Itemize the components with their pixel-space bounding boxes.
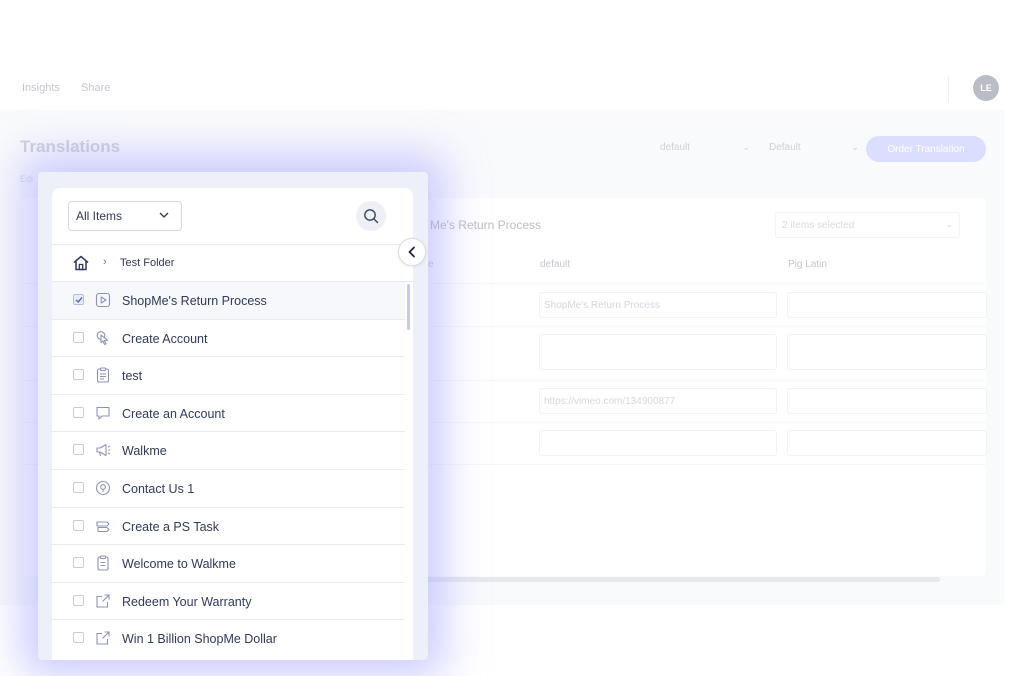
external-link-icon bbox=[94, 629, 112, 647]
home-icon[interactable] bbox=[72, 254, 90, 272]
item-checkbox[interactable] bbox=[73, 519, 84, 531]
pointer-hand-icon bbox=[94, 329, 112, 347]
language-select-value: default bbox=[660, 142, 691, 153]
pig-latin-field-4[interactable] bbox=[787, 430, 987, 456]
order-translation-button[interactable]: Order Translation bbox=[866, 136, 986, 162]
default-field-1[interactable]: ShopMe's Return Process bbox=[539, 292, 777, 318]
chevron-down-icon: ⌄ bbox=[945, 219, 953, 229]
item-label: Redeem Your Warranty bbox=[122, 594, 252, 609]
default-field-4[interactable] bbox=[539, 430, 777, 456]
nav-divider bbox=[948, 76, 949, 102]
default-field-3[interactable]: https://vimeo.com/134900877 bbox=[539, 388, 777, 414]
item-picker-panel: All Items › Test Folder ShopMe's Return … bbox=[52, 188, 413, 660]
chat-bubble-icon bbox=[94, 404, 112, 422]
item-checkbox[interactable] bbox=[73, 481, 84, 493]
pig-latin-field-1[interactable] bbox=[787, 292, 987, 318]
item-checkbox[interactable] bbox=[73, 406, 84, 418]
chevron-down-icon bbox=[159, 212, 169, 218]
filter-dropdown[interactable]: All Items bbox=[68, 201, 182, 231]
play-icon bbox=[94, 291, 112, 309]
list-item[interactable]: Contact Us 1 bbox=[52, 470, 405, 508]
collapse-panel-button[interactable] bbox=[398, 238, 426, 266]
user-avatar[interactable]: LE bbox=[973, 75, 999, 101]
item-checkbox[interactable] bbox=[73, 444, 84, 456]
search-button[interactable] bbox=[356, 201, 386, 231]
item-checkbox[interactable] bbox=[73, 557, 84, 569]
items-selected-dropdown[interactable]: 2 items selected ⌄ bbox=[775, 212, 960, 238]
column-header-pig-latin: Pig Latin bbox=[788, 259, 827, 270]
external-link-icon bbox=[94, 592, 112, 610]
item-checkbox[interactable] bbox=[73, 294, 84, 305]
chevron-down-icon: ⌄ bbox=[742, 142, 750, 152]
breadcrumb: › Test Folder bbox=[52, 244, 413, 282]
item-checkbox[interactable] bbox=[73, 331, 84, 343]
item-label: ShopMe's Return Process bbox=[122, 294, 267, 308]
list-item[interactable]: Create a PS Task bbox=[52, 508, 405, 546]
horizontal-scrollbar[interactable] bbox=[420, 577, 940, 582]
nav-link-share[interactable]: Share bbox=[81, 82, 110, 94]
language-select[interactable]: default ⌄ bbox=[660, 142, 750, 153]
item-label: Walkme bbox=[122, 444, 167, 459]
segment-select-value: Default bbox=[769, 142, 801, 153]
list-item[interactable]: ShopMe's Return Process bbox=[52, 282, 405, 320]
stack-task-icon bbox=[94, 517, 112, 535]
item-label: Welcome to Walkme bbox=[122, 557, 236, 572]
target-circle-icon bbox=[94, 479, 112, 497]
nav-link-insights[interactable]: Insights bbox=[22, 82, 60, 94]
pig-latin-field-2[interactable] bbox=[787, 334, 987, 370]
top-navigation: Insights Share bbox=[0, 70, 1024, 108]
list-item[interactable]: Create Account bbox=[52, 320, 405, 358]
list-item[interactable]: Welcome to Walkme bbox=[52, 545, 405, 583]
item-list: ShopMe's Return Process Create Account t… bbox=[52, 282, 405, 647]
vertical-scrollbar[interactable] bbox=[407, 284, 410, 330]
clipboard-list-icon bbox=[94, 366, 112, 384]
search-icon bbox=[364, 209, 379, 224]
clipboard-icon bbox=[94, 554, 112, 572]
item-label: Win 1 Billion ShopMe Dollar bbox=[122, 632, 277, 647]
item-checkbox[interactable] bbox=[73, 632, 84, 644]
content-panel-title: Me's Return Process bbox=[430, 218, 541, 232]
item-label: Create Account bbox=[122, 331, 208, 346]
list-item[interactable]: Redeem Your Warranty bbox=[52, 583, 405, 621]
breadcrumb-folder[interactable]: Test Folder bbox=[120, 257, 174, 269]
list-item[interactable]: Create an Account bbox=[52, 395, 405, 433]
items-selected-value: 2 items selected bbox=[782, 220, 855, 231]
chevron-down-icon: ⌄ bbox=[851, 142, 859, 152]
list-item[interactable]: Win 1 Billion ShopMe Dollar bbox=[52, 620, 405, 647]
list-item[interactable]: Walkme bbox=[52, 432, 405, 470]
item-label: Contact Us 1 bbox=[122, 481, 195, 496]
list-item[interactable]: test bbox=[52, 357, 405, 395]
chevron-left-icon bbox=[408, 246, 415, 258]
segment-select[interactable]: Default ⌄ bbox=[769, 142, 859, 153]
item-checkbox[interactable] bbox=[73, 369, 84, 381]
default-field-2[interactable] bbox=[539, 334, 777, 370]
edit-label: Edi bbox=[20, 174, 34, 184]
item-label: Create an Account bbox=[122, 406, 225, 421]
item-label: test bbox=[122, 369, 143, 384]
breadcrumb-separator: › bbox=[103, 256, 107, 268]
column-header-default: default bbox=[540, 259, 571, 270]
item-label: Create a PS Task bbox=[122, 519, 220, 534]
filter-dropdown-value: All Items bbox=[76, 209, 123, 223]
pig-latin-field-3[interactable] bbox=[787, 388, 987, 414]
page-title: Translations bbox=[20, 137, 121, 156]
megaphone-icon bbox=[94, 441, 112, 459]
column-header-name: e bbox=[428, 259, 434, 270]
item-checkbox[interactable] bbox=[73, 594, 84, 606]
